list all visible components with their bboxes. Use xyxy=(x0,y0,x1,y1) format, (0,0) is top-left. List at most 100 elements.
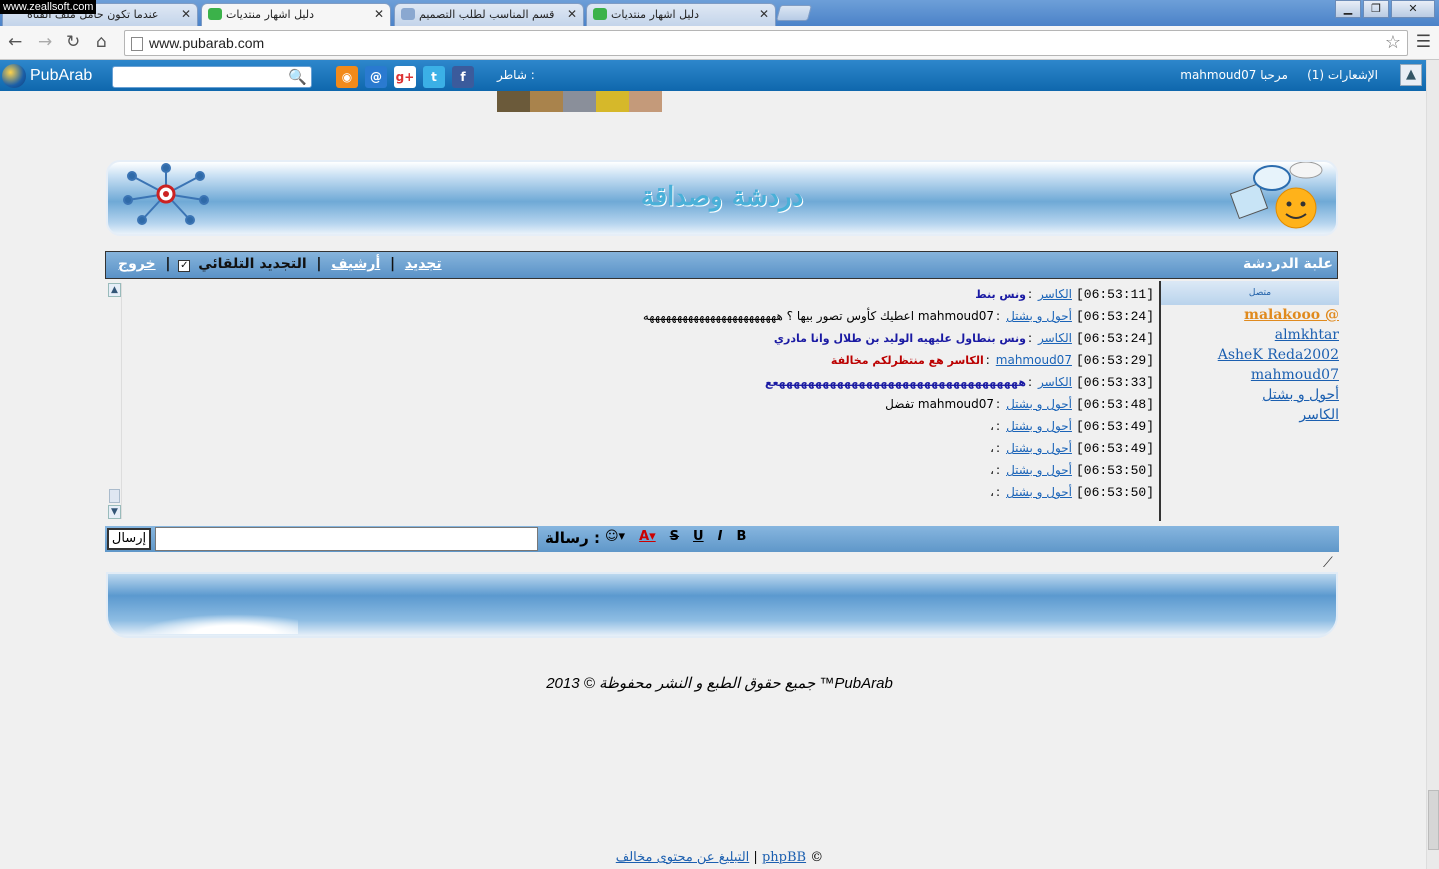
message-time: [06:53:50] xyxy=(1075,463,1154,478)
separator: : xyxy=(996,309,1001,323)
send-button[interactable]: إرسال xyxy=(107,528,151,550)
new-tab-button[interactable] xyxy=(775,5,813,21)
minimize-icon[interactable]: ▁ xyxy=(1335,0,1361,18)
archive-link[interactable]: أرشيف xyxy=(331,256,380,272)
message-time: [06:53:24] xyxy=(1075,331,1154,346)
separator: : xyxy=(996,397,1001,411)
online-user-link[interactable]: الكاسر xyxy=(1161,405,1339,425)
menu-icon[interactable]: ☰ xyxy=(1416,32,1431,52)
message-user-link[interactable]: أحول و بشتل xyxy=(1006,397,1072,411)
browser-tabbar: عندما تكون حامل ملف الفتاة ✕ دليل اشهار … xyxy=(0,0,1439,26)
auto-refresh-label: التجديد التلقائي xyxy=(198,256,307,272)
scroll-down-icon[interactable]: ▼ xyxy=(108,505,121,519)
refresh-link[interactable]: تجديد xyxy=(405,256,442,272)
ad-thumbnails[interactable] xyxy=(497,91,662,112)
strike-button[interactable]: S xyxy=(670,529,679,544)
message-user-link[interactable]: أحول و بشتل xyxy=(1006,463,1072,477)
googleplus-icon[interactable]: g+ xyxy=(394,66,416,88)
message-input[interactable] xyxy=(155,527,538,551)
online-user-link[interactable]: malakooo @ xyxy=(1161,305,1339,325)
message-text: mahmoud07 اعطيك كأوس تصور بيها ؟ ههههههه… xyxy=(642,309,995,323)
online-user-link[interactable]: almkhtar xyxy=(1161,325,1339,345)
message-time: [06:53:48] xyxy=(1075,397,1154,412)
message-user-link[interactable]: أحول و بشتل xyxy=(1006,309,1072,323)
chat-banner: دردشة وصداقة xyxy=(106,160,1338,236)
page-scrollbar[interactable] xyxy=(1426,60,1439,869)
online-user-link[interactable]: mahmoud07 xyxy=(1161,365,1339,385)
message-user-link[interactable]: الكاسر xyxy=(1038,375,1072,389)
resize-handle-icon[interactable]: ⟋ xyxy=(1323,555,1333,571)
message-user-link[interactable]: أحول و بشتل xyxy=(1006,485,1072,499)
page-icon xyxy=(131,37,143,51)
close-icon[interactable]: ✕ xyxy=(374,7,384,21)
rss-icon[interactable]: ◉ xyxy=(336,66,358,88)
smiley-dropdown-icon[interactable]: ☺▾ xyxy=(605,529,625,544)
separator: : xyxy=(996,419,1001,433)
restore-icon[interactable]: ❐ xyxy=(1363,0,1389,18)
separator: : xyxy=(996,463,1001,477)
window-controls: ▁ ❐ ✕ xyxy=(1335,0,1435,18)
social-links: ◉ @ g+ t f xyxy=(336,66,474,88)
message-row: [06:53:24]أحول و بشتل:mahmoud07 اعطيك كأ… xyxy=(643,309,1154,331)
message-user-link[interactable]: mahmoud07 xyxy=(996,353,1072,367)
chatbox-actions: تجديد | أرشيف | التجديد التلقائي ✓ | خرو… xyxy=(118,256,442,272)
chatbox-header: علبة الدردشة تجديد | أرشيف | التجديد الت… xyxy=(105,251,1338,279)
close-icon[interactable]: ✕ xyxy=(181,7,191,21)
message-time: [06:53:29] xyxy=(1075,353,1154,368)
message-time: [06:53:49] xyxy=(1075,441,1154,456)
chatbox-title: علبة الدردشة xyxy=(1242,256,1333,272)
tab-2-active[interactable]: دليل اشهار منتديات ✕ xyxy=(201,3,391,26)
message-user-link[interactable]: أحول و بشتل xyxy=(1006,419,1072,433)
facebook-icon[interactable]: f xyxy=(452,66,474,88)
reload-icon[interactable]: ↻ xyxy=(66,32,80,52)
copyright-text: جميع حقوق الطبع و النشر محفوظة © 2013 ™P… xyxy=(546,675,893,692)
messages-scrollbar[interactable]: ▲ ▼ xyxy=(108,283,122,519)
report-link[interactable]: التبليغ عن محتوى مخالف xyxy=(616,850,750,865)
search-input[interactable]: 🔍 xyxy=(112,66,312,88)
forward-arrow-icon[interactable]: → xyxy=(38,32,52,52)
online-user-link[interactable]: AsheK Reda2002 xyxy=(1161,345,1339,365)
scrollbar-thumb[interactable] xyxy=(109,489,120,503)
font-color-icon[interactable]: A▾ xyxy=(639,529,656,544)
search-icon[interactable]: 🔍 xyxy=(288,68,307,86)
greeting-link[interactable]: مرحبا mahmoud07 xyxy=(1180,68,1288,82)
message-user-link[interactable]: الكاسر xyxy=(1038,287,1072,301)
auto-refresh-checkbox[interactable]: ✓ xyxy=(178,260,191,272)
tab-3[interactable]: قسم المناسب لطلب التصميم ✕ xyxy=(394,3,584,26)
message-text: ، xyxy=(990,419,995,433)
separator: : xyxy=(996,485,1001,499)
italic-button[interactable]: I xyxy=(718,529,723,544)
online-user-link[interactable]: أحول و بشتل xyxy=(1161,385,1339,405)
bold-button[interactable]: B xyxy=(736,529,746,544)
close-icon[interactable]: ✕ xyxy=(567,7,577,21)
message-row: [06:53:24]الكاسر:ونس بنطاول عليهيه الولي… xyxy=(774,331,1154,353)
tab-label: قسم المناسب لطلب التصميم xyxy=(419,8,555,21)
back-arrow-icon[interactable]: ← xyxy=(8,32,22,52)
address-bar[interactable]: www.pubarab.com ☆ xyxy=(124,30,1408,56)
notifications-link[interactable]: الإشعارات (1) xyxy=(1307,68,1378,82)
phpbb-link[interactable]: phpBB xyxy=(762,850,806,865)
twitter-icon[interactable]: t xyxy=(423,66,445,88)
scrollbar-thumb[interactable] xyxy=(1428,790,1439,850)
message-text: ، xyxy=(990,463,995,477)
email-icon[interactable]: @ xyxy=(365,66,387,88)
scroll-up-icon[interactable]: ▲ xyxy=(108,283,121,297)
scroll-up-icon[interactable]: ▲ xyxy=(1400,64,1422,86)
logout-link[interactable]: خروج xyxy=(118,256,156,272)
share-label: شاطر : xyxy=(497,68,535,82)
underline-button[interactable]: U xyxy=(693,529,704,544)
message-text: mahmoud07 تفضل xyxy=(885,397,995,411)
separator: : xyxy=(996,441,1001,455)
message-text: ونس بنط xyxy=(975,288,1026,301)
message-user-link[interactable]: الكاسر xyxy=(1038,331,1072,345)
close-icon[interactable]: ✕ xyxy=(759,7,769,21)
bottom-links: التبليغ عن محتوى مخالف | phpBB © xyxy=(615,850,824,865)
tab-4[interactable]: دليل اشهار منتديات ✕ xyxy=(586,3,776,26)
browser-toolbar: ← → ↻ ⌂ www.pubarab.com ☆ ☰ xyxy=(0,26,1439,60)
online-users-panel: متصل malakooo @ almkhtar AsheK Reda2002 mah… xyxy=(1159,281,1339,521)
bookmark-star-icon[interactable]: ☆ xyxy=(1385,32,1401,53)
close-window-icon[interactable]: ✕ xyxy=(1391,0,1435,18)
home-icon[interactable]: ⌂ xyxy=(96,32,107,52)
message-user-link[interactable]: أحول و بشتل xyxy=(1006,441,1072,455)
site-logo[interactable]: PubArab xyxy=(2,64,92,88)
